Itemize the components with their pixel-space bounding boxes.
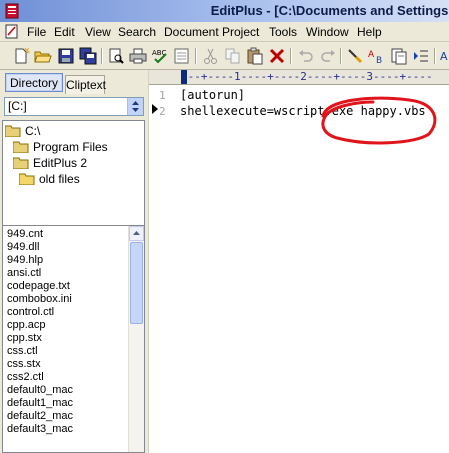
list-item[interactable]: default2_mac — [7, 410, 73, 423]
toolbar: ABC AB A — [0, 42, 449, 70]
find-icon[interactable] — [346, 47, 364, 65]
open-folder-icon — [13, 157, 29, 169]
toolbar-separator — [434, 48, 436, 64]
menu-project[interactable]: Project — [222, 25, 259, 39]
list-item[interactable]: combobox.ini — [7, 293, 72, 306]
line-number-gutter: 1 2 — [149, 85, 173, 453]
tab-directory[interactable]: Directory — [5, 73, 63, 92]
list-item[interactable]: css2.ctl — [7, 371, 44, 384]
toolbar-separator — [340, 48, 342, 64]
chevron-up-icon — [133, 231, 140, 235]
open-folder-icon — [13, 141, 29, 153]
list-item[interactable]: default0_mac — [7, 384, 73, 397]
ruler-text: ---+----1----+----2----+----3----+---- — [181, 70, 433, 83]
list-item[interactable]: default1_mac — [7, 397, 73, 410]
up-down-arrow-icon — [132, 101, 139, 112]
list-item[interactable]: cpp.acp — [7, 319, 46, 332]
cut-icon[interactable] — [202, 47, 220, 65]
tree-item-label: old files — [39, 172, 80, 186]
spell-check-icon[interactable]: ABC — [151, 47, 169, 65]
list-item[interactable]: cpp.stx — [7, 332, 42, 345]
delete-icon[interactable] — [268, 47, 286, 65]
toolbar-separator — [290, 48, 292, 64]
svg-text:A: A — [440, 50, 448, 63]
column-ruler: ---+----1----+----2----+----3----+---- — [149, 70, 449, 85]
list-item[interactable]: codepage.txt — [7, 280, 70, 293]
tree-item-label: C:\ — [25, 124, 41, 138]
list-item[interactable]: 949.cnt — [7, 228, 43, 241]
tree-item-label: EditPlus 2 — [33, 156, 88, 170]
drive-select-value: [C:] — [8, 99, 27, 113]
open-folder-icon[interactable] — [34, 47, 52, 65]
toolbar-separator — [101, 48, 103, 64]
scroll-thumb[interactable] — [130, 242, 143, 324]
list-item[interactable]: css.ctl — [7, 345, 38, 358]
replace-icon[interactable]: AB — [368, 47, 386, 65]
title-bar: EditPlus - [C:\Documents and Settings — [0, 0, 449, 22]
menu-document[interactable]: Document — [164, 25, 219, 39]
copy-icon[interactable] — [224, 47, 242, 65]
editor-pane[interactable]: ---+----1----+----2----+----3----+---- 1… — [148, 70, 449, 453]
line-number: 1 — [159, 89, 166, 102]
menu-help[interactable]: Help — [357, 25, 382, 39]
directory-pane: Directory Cliptext [C:] C:\ Program File… — [0, 70, 148, 453]
print-preview-icon[interactable] — [107, 47, 125, 65]
menu-edit[interactable]: Edit — [54, 25, 75, 39]
scroll-up-button[interactable] — [129, 226, 144, 241]
list-item[interactable]: default3_mac — [7, 423, 73, 436]
menu-bar: File Edit View Search Document Project T… — [0, 22, 449, 42]
list-item[interactable]: 949.hlp — [7, 254, 43, 267]
save-icon[interactable] — [57, 47, 75, 65]
list-item[interactable]: css.stx — [7, 358, 41, 371]
list-item[interactable]: ansi.ctl — [7, 267, 41, 280]
current-line-arrow-icon — [152, 104, 158, 114]
svg-text:A: A — [368, 50, 375, 60]
code-line[interactable]: [autorun] — [180, 88, 245, 102]
tab-cliptext[interactable]: Cliptext — [65, 75, 106, 94]
window-title: EditPlus - [C:\Documents and Settings — [210, 3, 449, 18]
menu-tools[interactable]: Tools — [269, 25, 297, 39]
red-circle-annotation — [321, 96, 437, 145]
browser-icon[interactable] — [173, 47, 191, 65]
menu-file[interactable]: File — [27, 25, 46, 39]
file-list[interactable]: 949.cnt 949.dll 949.hlp ansi.ctl codepag… — [2, 225, 145, 453]
svg-text:B: B — [376, 56, 382, 65]
save-all-icon[interactable] — [79, 47, 97, 65]
menu-search[interactable]: Search — [118, 25, 156, 39]
file-list-scrollbar[interactable] — [128, 226, 144, 452]
list-item[interactable]: control.ctl — [7, 306, 54, 319]
menu-window[interactable]: Window — [306, 25, 349, 39]
redo-icon[interactable] — [319, 47, 337, 65]
folder-icon — [19, 173, 35, 185]
document-icon[interactable] — [5, 24, 19, 39]
find-in-files-icon[interactable] — [390, 47, 408, 65]
paste-icon[interactable] — [246, 47, 264, 65]
toolbar-separator — [195, 48, 197, 64]
line-number: 2 — [159, 105, 166, 118]
indent-icon[interactable] — [412, 47, 430, 65]
drive-select[interactable]: [C:] — [4, 97, 144, 116]
print-icon[interactable] — [129, 47, 147, 65]
undo-icon[interactable] — [297, 47, 315, 65]
more-tools-icon[interactable]: A — [440, 47, 449, 65]
new-file-icon[interactable] — [12, 47, 30, 65]
list-item[interactable]: 949.dll — [7, 241, 39, 254]
menu-view[interactable]: View — [85, 25, 111, 39]
open-folder-icon — [5, 125, 21, 137]
drive-dropdown-button[interactable] — [127, 98, 143, 115]
tree-item-label: Program Files — [33, 140, 108, 154]
